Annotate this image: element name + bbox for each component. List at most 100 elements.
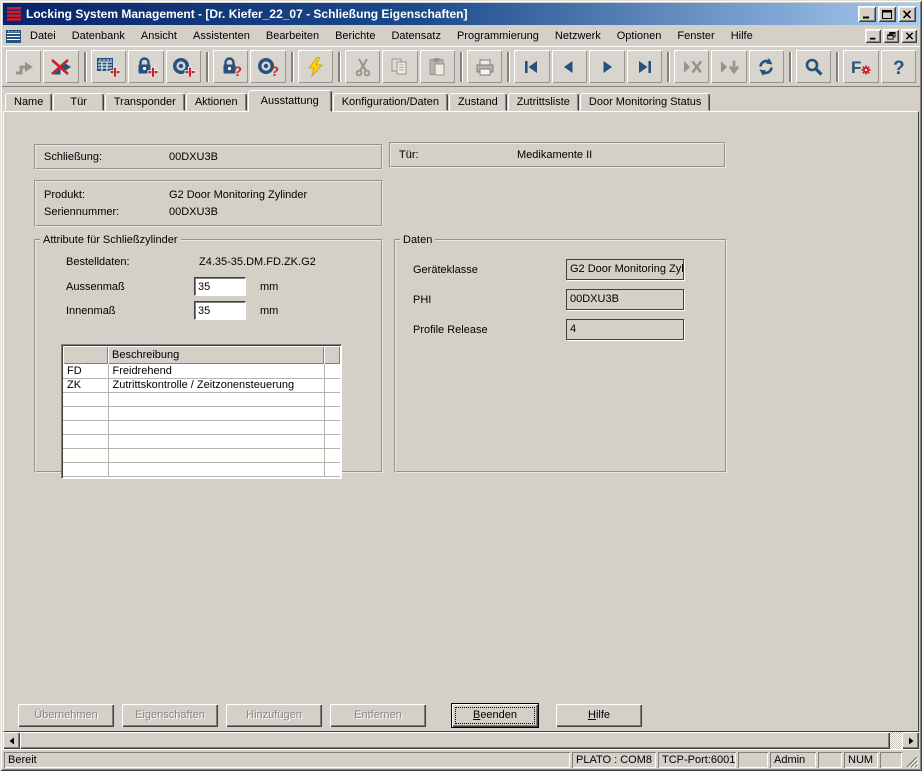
menu-netzwerk[interactable]: Netzwerk — [547, 28, 609, 44]
attr-code-cell[interactable]: FD — [63, 364, 108, 378]
svg-text:F: F — [851, 58, 861, 77]
jump-button[interactable] — [6, 50, 41, 83]
tab-transponder[interactable]: Transponder — [105, 93, 185, 111]
print-button[interactable] — [467, 50, 502, 83]
menu-ansicht[interactable]: Ansicht — [133, 28, 185, 44]
geraeteklasse-field: G2 Door Monitoring Zylir — [566, 259, 684, 280]
matrix-plus-icon — [96, 57, 120, 77]
hilfe-button[interactable]: Hilfe — [556, 704, 642, 727]
mdi-minimize-button[interactable] — [865, 29, 881, 43]
tab-ausstattung[interactable]: Ausstattung — [248, 90, 332, 112]
menu-bearbeiten[interactable]: Bearbeiten — [258, 28, 327, 44]
filter-settings-button[interactable]: F — [843, 50, 878, 83]
close-button[interactable] — [898, 6, 916, 22]
attr-code-cell[interactable]: ZK — [63, 378, 108, 392]
menu-datensatz[interactable]: Datensatz — [383, 28, 449, 44]
table-row-empty — [63, 448, 340, 462]
new-transponder-button[interactable] — [166, 50, 201, 83]
document-system-icon[interactable] — [5, 29, 22, 44]
tuer-label: Tür: — [399, 149, 517, 161]
new-locking-plan-button[interactable] — [91, 50, 126, 83]
eigenschaften-button[interactable]: Eigenschaften — [122, 704, 218, 727]
close-icon — [905, 32, 914, 40]
scrollbar-thumb[interactable] — [20, 732, 890, 749]
refresh-icon — [754, 57, 778, 77]
refresh-button[interactable] — [749, 50, 784, 83]
scrollbar-trough[interactable] — [890, 732, 902, 749]
attr-beschreibung-cell[interactable]: Zutrittskontrolle / Zeitzonensteuerung — [108, 378, 324, 392]
menu-hilfe[interactable]: Hilfe — [723, 28, 761, 44]
mdi-restore-button[interactable] — [883, 29, 899, 43]
menu-assistenten[interactable]: Assistenten — [185, 28, 258, 44]
lightning-icon — [303, 57, 327, 77]
tab-zutrittsliste[interactable]: Zutrittsliste — [508, 93, 579, 111]
minimize-icon — [862, 10, 872, 19]
title-bar: Locking System Management - [Dr. Kiefer_… — [3, 3, 919, 25]
scroll-left-button[interactable] — [3, 732, 20, 749]
close-icon — [902, 10, 912, 19]
menu-programmierung[interactable]: Programmierung — [449, 28, 547, 44]
tab-door-monitoring-status[interactable]: Door Monitoring Status — [580, 93, 711, 111]
table-row-empty — [63, 434, 340, 448]
cut-button[interactable] — [345, 50, 380, 83]
resize-grip[interactable] — [904, 754, 918, 768]
toolbar-separator — [836, 52, 838, 82]
app-window: Locking System Management - [Dr. Kiefer_… — [0, 0, 922, 771]
innenmass-label: Innenmaß — [66, 305, 194, 317]
read-transponder-button[interactable]: ? — [250, 50, 285, 83]
new-lock-button[interactable] — [128, 50, 163, 83]
search-button[interactable] — [796, 50, 831, 83]
phi-label: PHI — [413, 294, 566, 306]
jump-arrow-cancel-icon — [49, 57, 73, 77]
tab-zustand[interactable]: Zustand — [449, 93, 507, 111]
tab-aktionen[interactable]: Aktionen — [186, 93, 247, 111]
hinzufuegen-button[interactable]: Hinzufügen — [226, 704, 322, 727]
innenmass-unit: mm — [260, 305, 278, 317]
menu-datei[interactable]: Datei — [22, 28, 64, 44]
tab-konfiguration-daten[interactable]: Konfiguration/Daten — [333, 93, 448, 111]
uebernehmen-button[interactable]: Übernehmen — [18, 704, 114, 727]
beenden-button[interactable]: Beenden — [452, 704, 538, 727]
scroll-right-button[interactable] — [902, 732, 919, 749]
program-button[interactable] — [298, 50, 333, 83]
prev-record-button[interactable] — [552, 50, 587, 83]
last-record-button[interactable] — [627, 50, 662, 83]
entfernen-button[interactable]: Entfernen — [330, 704, 426, 727]
post-edit-button[interactable] — [711, 50, 746, 83]
horizontal-scrollbar[interactable] — [3, 732, 919, 749]
first-record-button[interactable] — [514, 50, 549, 83]
menu-datenbank[interactable]: Datenbank — [64, 28, 133, 44]
daten-group: Daten Geräteklasse G2 Door Monitoring Zy… — [394, 234, 727, 473]
help-button[interactable]: ? — [881, 50, 916, 83]
maximize-icon — [882, 10, 892, 19]
maximize-button[interactable] — [878, 6, 896, 22]
innenmass-input[interactable] — [194, 301, 246, 320]
attribute-table[interactable]: Beschreibung FD Freidrehend ZK Zutrittsk… — [61, 344, 342, 479]
table-row: FD Freidrehend — [63, 364, 340, 378]
menu-fenster[interactable]: Fenster — [669, 28, 722, 44]
cancel-jump-button[interactable] — [43, 50, 78, 83]
aussenmass-unit: mm — [260, 281, 278, 293]
tab-tuer[interactable]: Tür — [53, 93, 104, 111]
menu-berichte[interactable]: Berichte — [327, 28, 383, 44]
tuer-box: Tür: Medikamente II — [389, 142, 726, 168]
aussenmass-input[interactable] — [194, 277, 246, 296]
read-lock-button[interactable]: ? — [213, 50, 248, 83]
paste-button[interactable] — [420, 50, 455, 83]
next-record-icon — [595, 57, 619, 77]
cancel-edit-button[interactable] — [674, 50, 709, 83]
mdi-close-button[interactable] — [901, 29, 917, 43]
geraeteklasse-label: Geräteklasse — [413, 264, 566, 276]
next-record-button[interactable] — [589, 50, 624, 83]
attribute-group: Attribute für Schließzylinder Bestelldat… — [34, 234, 383, 473]
transponder-question-icon: ? — [256, 57, 280, 77]
minimize-button[interactable] — [858, 6, 876, 22]
status-empty-panel — [880, 752, 902, 768]
attr-beschreibung-cell[interactable]: Freidrehend — [108, 364, 324, 378]
post-edit-icon — [717, 57, 741, 77]
last-record-icon — [632, 57, 656, 77]
toolbar-separator — [667, 52, 669, 82]
menu-optionen[interactable]: Optionen — [609, 28, 670, 44]
copy-button[interactable] — [382, 50, 417, 83]
tab-name[interactable]: Name — [5, 93, 52, 111]
